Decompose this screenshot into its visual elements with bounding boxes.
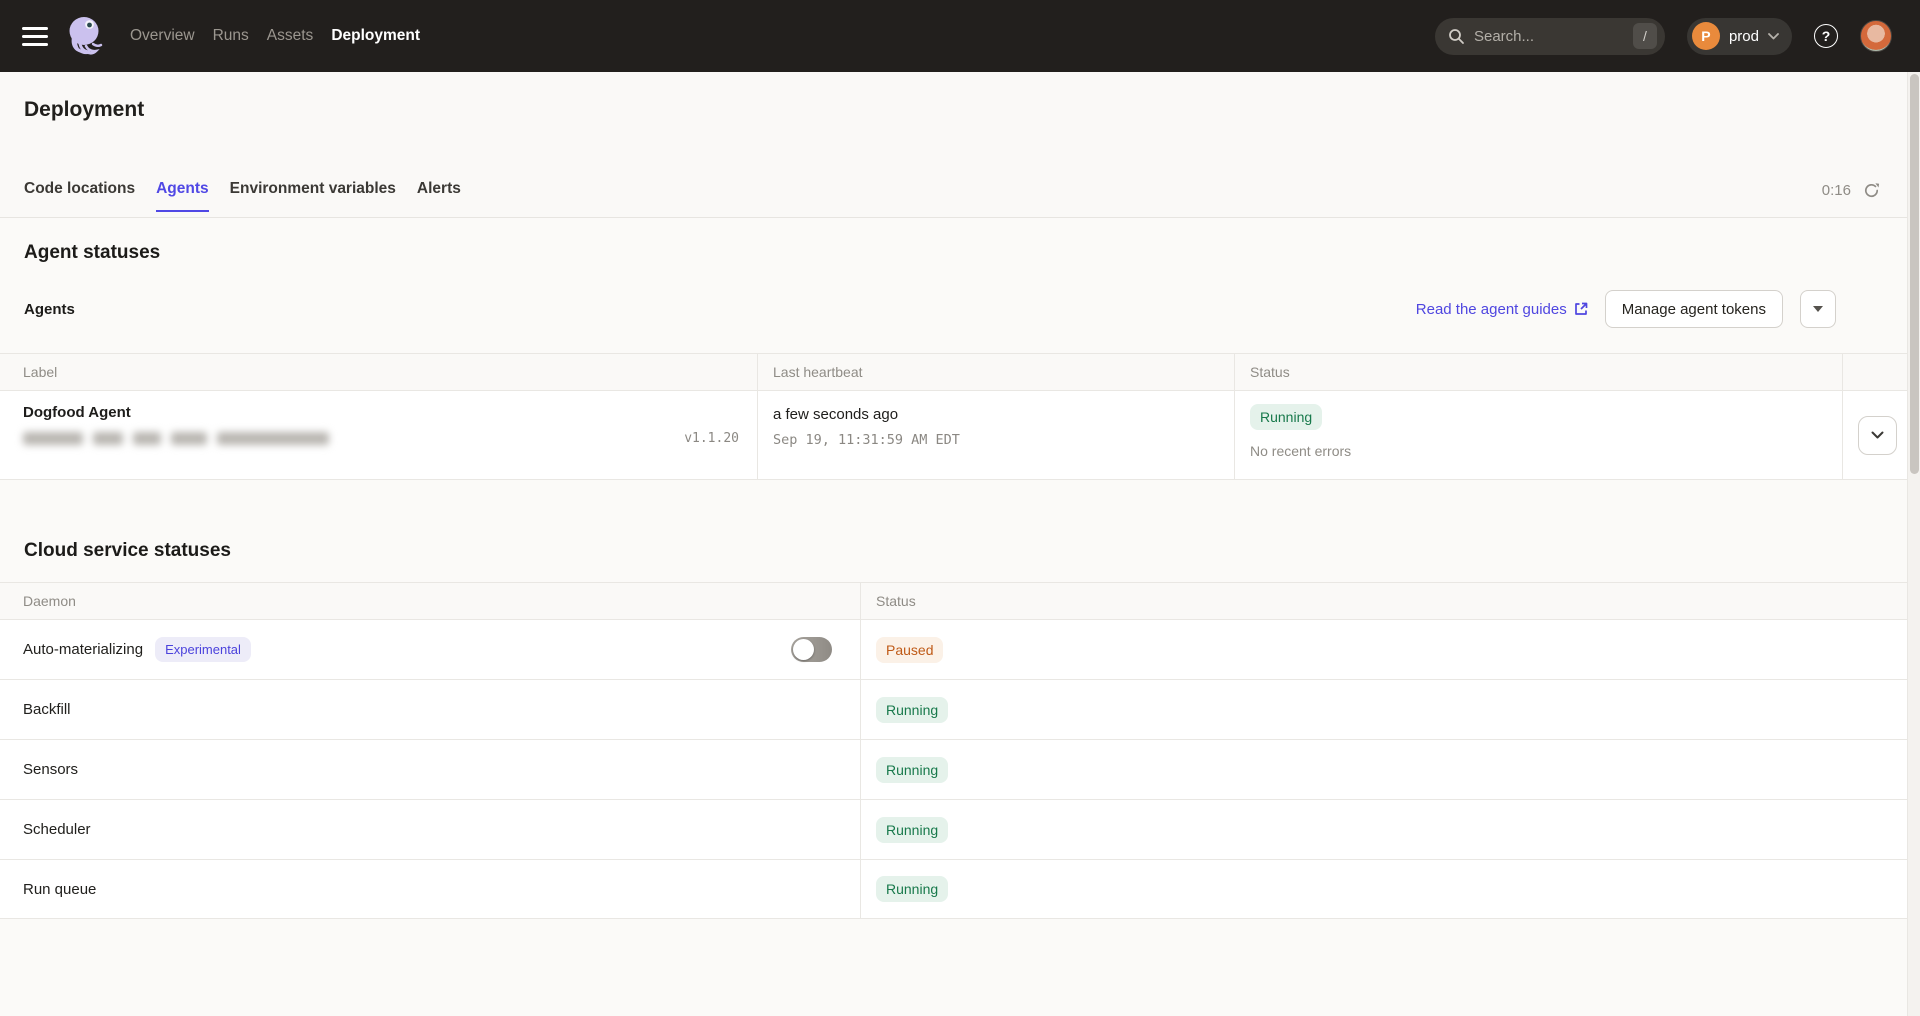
nav-link-runs[interactable]: Runs [213,27,249,45]
heartbeat-absolute: Sep 19, 11:31:59 AM EDT [773,432,1219,448]
daemon-status-cell: Running [861,800,1907,859]
cloud-service-statuses-heading: Cloud service statuses [0,540,1920,562]
column-header-daemon: Daemon [0,583,861,619]
deployment-tabs: Code locations Agents Environment variab… [24,180,461,217]
vertical-scrollbar[interactable] [1907,72,1920,1016]
agent-actions-cell [1843,391,1912,479]
daemon-row-sensors: Sensors Running [0,739,1907,799]
daemon-name: Backfill [23,701,71,718]
main-content: Agent statuses Agents Read the agent gui… [0,218,1920,919]
primary-nav-links: Overview Runs Assets Deployment [130,27,420,45]
daemon-status-cell: Running [861,860,1907,918]
column-header-actions [1843,354,1907,390]
page-header: Deployment Code locations Agents Environ… [0,72,1920,218]
nav-link-deployment[interactable]: Deployment [331,27,420,45]
status-badge-running: Running [876,697,948,723]
org-name: prod [1729,28,1759,45]
search-shortcut-key: / [1633,23,1657,49]
daemon-row-run-queue: Run queue Running [0,859,1907,919]
daemon-row-scheduler: Scheduler Running [0,799,1907,859]
chevron-down-icon [1871,431,1884,439]
column-header-last-heartbeat: Last heartbeat [758,354,1235,390]
topbar-right-cluster: / P prod ? [1435,18,1892,55]
agents-subheading: Agents [24,301,75,318]
auto-materializing-toggle-off[interactable] [791,637,832,662]
agent-id-redacted [23,432,329,445]
refresh-icon[interactable] [1863,182,1880,199]
nav-link-overview[interactable]: Overview [130,27,195,45]
agents-table-header: Label Last heartbeat Status [0,353,1907,390]
search-input[interactable] [1474,28,1633,45]
status-badge-running: Running [876,817,948,843]
org-avatar: P [1692,22,1720,50]
agent-expand-button[interactable] [1858,416,1897,455]
agent-status-cell: Running No recent errors [1235,391,1843,479]
column-header-status: Status [861,583,1907,619]
daemon-status-cell: Running [861,740,1907,799]
agent-heartbeat-cell: a few seconds ago Sep 19, 11:31:59 AM ED… [758,391,1235,479]
daemon-cell: Scheduler [0,800,861,859]
search-icon [1448,28,1465,45]
daemon-cell: Run queue [0,860,861,918]
daemon-cell: Sensors [0,740,861,799]
agents-action-row: Agents Read the agent guides Manage agen… [24,290,1836,328]
caret-down-icon [1813,306,1823,312]
daemon-row-auto-materializing: Auto-materializing Experimental Paused [0,619,1907,679]
tab-code-locations[interactable]: Code locations [24,180,135,212]
status-badge-running: Running [876,876,948,902]
daemon-status-cell: Paused [861,620,1907,679]
refresh-countdown: 0:16 [1822,182,1851,199]
scrollbar-thumb[interactable] [1910,74,1919,474]
nav-link-assets[interactable]: Assets [267,27,314,45]
read-agent-guides-link[interactable]: Read the agent guides [1416,301,1588,318]
daemon-name: Sensors [23,761,78,778]
agent-tokens-menu-button[interactable] [1800,290,1836,328]
hamburger-menu-icon[interactable] [22,23,48,49]
cloud-table-header: Daemon Status [0,582,1907,619]
org-switcher[interactable]: P prod [1687,18,1792,55]
experimental-badge: Experimental [155,637,251,662]
agent-status-badge: Running [1250,404,1322,430]
tab-environment-variables[interactable]: Environment variables [230,180,396,212]
agent-version: v1.1.20 [684,431,739,446]
agent-status-detail: No recent errors [1250,443,1827,459]
agents-table: Label Last heartbeat Status Dogfood Agen… [0,353,1907,480]
column-header-label: Label [0,354,758,390]
daemon-row-backfill: Backfill Running [0,679,1907,739]
external-link-icon [1574,302,1588,316]
help-icon[interactable]: ? [1814,24,1838,48]
status-badge-running: Running [876,757,948,783]
top-navigation-bar: Overview Runs Assets Deployment / P prod… [0,0,1920,72]
daemon-status-cell: Running [861,680,1907,739]
daemon-name: Run queue [23,881,96,898]
cloud-services-table: Daemon Status Auto-materializing Experim… [0,582,1907,919]
dagster-octopus-logo[interactable] [66,15,104,57]
daemon-name: Scheduler [23,821,91,838]
user-avatar[interactable] [1860,20,1892,52]
tab-alerts[interactable]: Alerts [417,180,461,212]
column-header-status: Status [1235,354,1843,390]
guide-link-label: Read the agent guides [1416,301,1567,318]
page-title: Deployment [24,72,1896,122]
daemon-cell: Auto-materializing Experimental [0,620,861,679]
agent-table-row: Dogfood Agent v1.1.20 a few seconds ago … [0,390,1907,480]
agent-name: Dogfood Agent [23,404,742,421]
chevron-down-icon [1768,33,1779,40]
global-search[interactable]: / [1435,18,1665,55]
agent-statuses-heading: Agent statuses [0,218,1920,264]
daemon-name: Auto-materializing [23,641,143,658]
refresh-area: 0:16 [1822,182,1880,199]
tab-agents[interactable]: Agents [156,180,209,212]
status-badge-paused: Paused [876,637,943,663]
manage-agent-tokens-button[interactable]: Manage agent tokens [1605,290,1783,328]
agent-label-cell: Dogfood Agent v1.1.20 [0,391,758,479]
daemon-cell: Backfill [0,680,861,739]
heartbeat-relative: a few seconds ago [773,404,1219,423]
